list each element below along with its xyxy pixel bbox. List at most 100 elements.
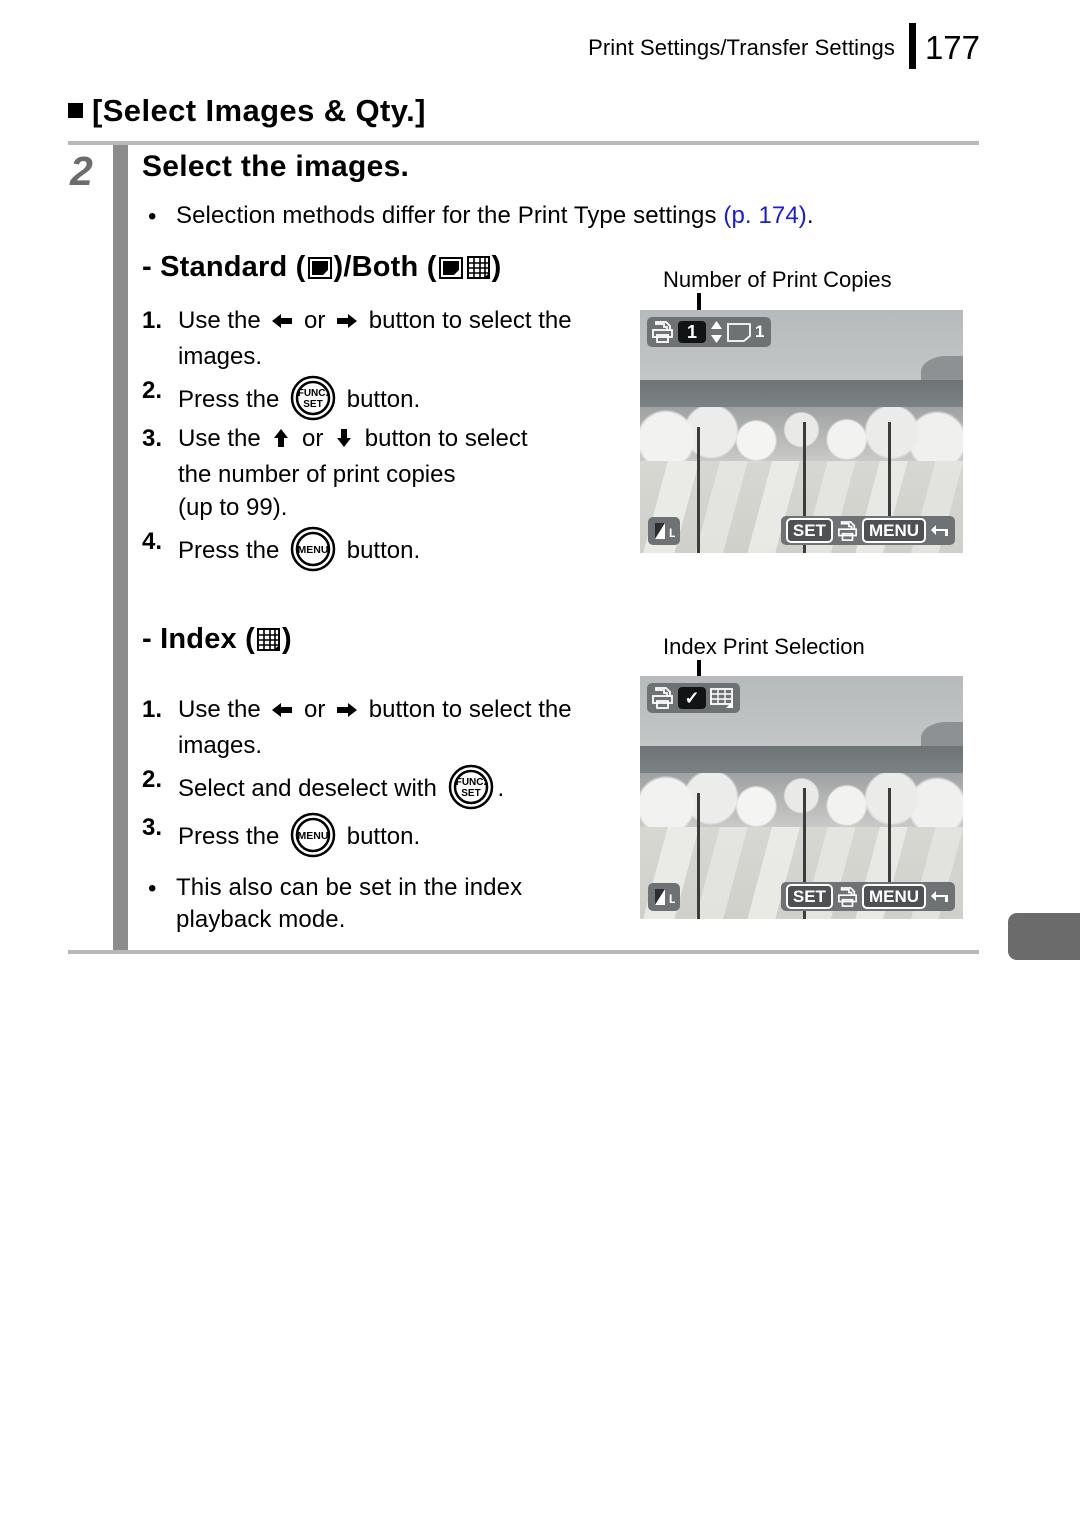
grid-icon bbox=[710, 688, 733, 708]
step-text-a: Select and deselect with bbox=[178, 775, 444, 803]
set-key-label[interactable]: SET bbox=[785, 884, 833, 909]
list-item: 3. Press the MENU button. bbox=[142, 812, 642, 858]
back-arrow-icon bbox=[930, 522, 950, 540]
subheading-index: - Index () bbox=[142, 623, 292, 656]
svg-text:MENU: MENU bbox=[298, 544, 329, 556]
square-bullet-icon bbox=[68, 103, 83, 118]
step-heading: Select the images. bbox=[142, 150, 410, 183]
camera-screen-standard: 1 1 L SET MENU bbox=[640, 310, 963, 553]
step-text-c: button. bbox=[340, 537, 421, 565]
subheading-standard-both: - Standard ()/Both () bbox=[142, 251, 501, 284]
index-heading-prefix: - Index ( bbox=[142, 623, 255, 655]
grid-icon bbox=[466, 254, 490, 279]
menu-button-icon: MENU bbox=[290, 526, 336, 572]
step-text-a: Use the bbox=[178, 307, 268, 334]
photo-icon bbox=[727, 322, 751, 342]
svg-text:SET: SET bbox=[461, 788, 480, 799]
list-item: 1. Use the or button to select the image… bbox=[142, 305, 642, 373]
photo-icon bbox=[307, 254, 332, 279]
grid-icon bbox=[256, 626, 280, 651]
list-item: 3. Use the or button to select the numbe… bbox=[142, 423, 642, 524]
left-arrow-icon bbox=[270, 308, 294, 341]
page-title: [Select Images & Qty.] bbox=[68, 93, 426, 129]
step-index: 2. bbox=[142, 766, 163, 794]
header-divider bbox=[908, 23, 916, 69]
scene-headland bbox=[921, 722, 963, 749]
scene-umbrellas bbox=[640, 773, 963, 827]
scene-umbrellas bbox=[640, 407, 963, 461]
step-index: 1. bbox=[142, 696, 163, 723]
step-text-a: Use the bbox=[178, 696, 268, 723]
step-text-a: Press the bbox=[178, 386, 287, 414]
page-header: Print Settings/Transfer Settings 177 bbox=[588, 23, 980, 69]
step-index: 1. bbox=[142, 307, 163, 334]
scene-headland bbox=[921, 356, 963, 383]
osd-bottom-bar-index: SET MENU bbox=[780, 882, 955, 911]
standard-steps-list: 1. Use the or button to select the image… bbox=[142, 305, 642, 574]
step-continuation: images. bbox=[178, 342, 263, 370]
menu-button-icon: MENU bbox=[290, 812, 336, 858]
page-number: 177 bbox=[924, 28, 980, 66]
right-arrow-icon bbox=[335, 697, 359, 730]
callout-number-of-print-copies: Number of Print Copies bbox=[663, 267, 892, 292]
index-selection-checkmark[interactable]: ✓ bbox=[678, 687, 706, 709]
svg-text:SET: SET bbox=[303, 399, 322, 410]
step-index: 4. bbox=[142, 528, 163, 556]
osd-top-bar-standard: 1 1 bbox=[647, 317, 772, 347]
back-arrow-icon bbox=[930, 888, 950, 906]
intro-bullet-period: . bbox=[806, 202, 814, 229]
step-text-c: button. bbox=[340, 823, 421, 851]
step-text-c: button. bbox=[340, 386, 421, 414]
svg-text:L: L bbox=[669, 892, 675, 906]
step-text-a: Use the bbox=[178, 425, 268, 453]
index-note-text: This also can be set in the index playba… bbox=[176, 874, 523, 933]
list-item: 1. Use the or button to select the image… bbox=[142, 694, 642, 762]
intro-bullet-text: Selection methods differ for the Print T… bbox=[176, 202, 724, 229]
left-arrow-icon bbox=[270, 697, 294, 730]
image-quality-badge: L bbox=[648, 517, 680, 545]
svg-text:FUNC.: FUNC. bbox=[455, 777, 486, 788]
step-index: 2. bbox=[142, 377, 163, 405]
index-heading-suffix: ) bbox=[281, 623, 292, 655]
printer-icon bbox=[837, 886, 858, 907]
step-index: 3. bbox=[142, 814, 163, 842]
set-key-label[interactable]: SET bbox=[785, 518, 833, 543]
step-text-a: Press the bbox=[178, 823, 287, 851]
step-continuation: images. bbox=[178, 731, 263, 759]
osd-bottom-bar-standard: SET MENU bbox=[780, 516, 955, 545]
step-text-c: button to select bbox=[358, 425, 528, 453]
svg-text:L: L bbox=[669, 526, 675, 540]
index-steps-list: 1. Use the or button to select the image… bbox=[142, 694, 642, 860]
step-text-b: or bbox=[297, 307, 333, 334]
callout-index-print-selection: Index Print Selection bbox=[663, 634, 865, 659]
list-item: 2. Press the FUNC. SET button. bbox=[142, 375, 642, 421]
list-item: 2. Select and deselect with FUNC. SET. bbox=[142, 764, 642, 810]
step-number: 2 bbox=[70, 148, 93, 194]
menu-key-label[interactable]: MENU bbox=[861, 518, 926, 543]
section-title-text: [Select Images & Qty.] bbox=[92, 93, 426, 128]
up-down-arrows-icon bbox=[710, 320, 723, 344]
step-text-c: button to select the bbox=[362, 307, 572, 334]
menu-key-label[interactable]: MENU bbox=[861, 884, 926, 909]
func-set-button-icon: FUNC. SET bbox=[448, 764, 494, 810]
step-text-a: Press the bbox=[178, 537, 287, 565]
bullet-dot-icon: • bbox=[148, 875, 157, 902]
svg-text:FUNC.: FUNC. bbox=[298, 388, 329, 399]
image-quality-badge: L bbox=[648, 883, 680, 911]
printer-icon bbox=[651, 687, 674, 709]
step-continuation-2: (up to 99). bbox=[178, 493, 288, 521]
intro-bullet: • Selection methods differ for the Print… bbox=[148, 200, 948, 232]
osd-top-bar-index: ✓ bbox=[647, 683, 740, 713]
step-text-b: or bbox=[295, 425, 331, 453]
index-note-bullet: • This also can be set in the index play… bbox=[148, 872, 618, 935]
header-title: Print Settings/Transfer Settings bbox=[588, 35, 895, 60]
page-reference-link[interactable]: (p. 174) bbox=[723, 202, 807, 229]
printer-icon bbox=[651, 321, 674, 343]
image-count-value: 1 bbox=[755, 322, 765, 341]
chapter-edge-tab bbox=[1008, 913, 1080, 960]
step-accent-bar bbox=[113, 145, 128, 950]
svg-text:MENU: MENU bbox=[298, 830, 329, 842]
print-copies-value[interactable]: 1 bbox=[678, 321, 706, 343]
step-text-c: button to select the bbox=[362, 696, 572, 723]
scene-pole bbox=[697, 792, 700, 919]
